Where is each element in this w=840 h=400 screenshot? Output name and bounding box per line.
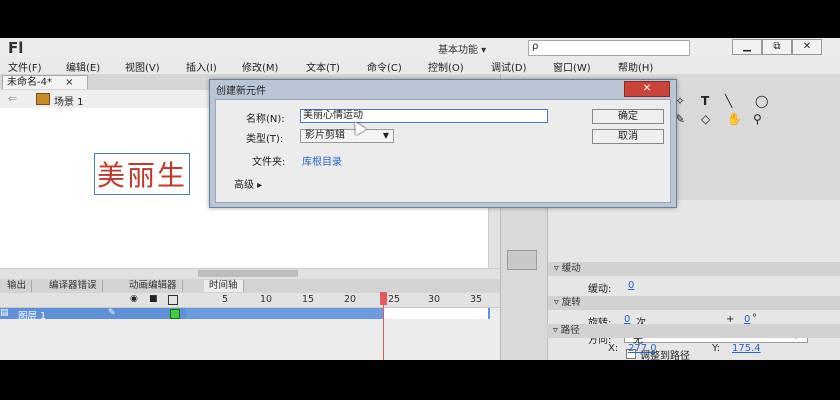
x-value[interactable]: 277.0 <box>628 343 657 354</box>
symbol-library-icon[interactable] <box>507 250 537 270</box>
menu-window[interactable]: 窗口(W) <box>553 59 591 74</box>
frame-tick: 35 <box>470 294 483 305</box>
tab-timeline[interactable]: 时间轴 <box>204 280 244 292</box>
layer-icon: ▤ <box>0 308 9 318</box>
menu-commands[interactable]: 命令(C) <box>367 59 402 74</box>
symbol-type-select[interactable]: 影片剪辑 ▼ <box>300 129 394 143</box>
playhead-line <box>383 305 384 360</box>
menu-help[interactable]: 帮助(H) <box>618 59 653 74</box>
dialog-body: 名称(N): 美丽心情运动 类型(T): 影片剪辑 ▼ 文件夹: 库根目录 高级… <box>215 99 671 203</box>
search-icon: ρ <box>532 41 539 52</box>
menu-bar: 文件(F) 编辑(E) 视图(V) 插入(I) 修改(M) 文本(T) 命令(C… <box>0 58 840 74</box>
frame-tick: 15 <box>302 294 315 305</box>
frame-tick: 20 <box>344 294 357 305</box>
collapse-icon: ▿ <box>554 263 562 274</box>
timeline-panel: ◉ ■ 5 10 15 20 25 30 35 ▤ 图层 1 ✎ <box>0 292 500 360</box>
tab-output[interactable]: 输出 <box>2 280 33 292</box>
menu-file[interactable]: 文件(F) <box>8 59 42 74</box>
collapse-icon: ▿ <box>554 297 562 308</box>
folder-link[interactable]: 库根目录 <box>302 153 342 168</box>
menu-view[interactable]: 视图(V) <box>125 59 160 74</box>
tools-panel: ✧ T ╲ ◯ ✎ ◇ ✋ ⚲ <box>675 94 835 126</box>
layer-color-swatch[interactable] <box>170 309 180 319</box>
menu-text[interactable]: 文本(T) <box>306 59 340 74</box>
playhead[interactable] <box>380 292 387 305</box>
app-logo: Fl <box>8 39 24 57</box>
easing-value[interactable]: 0 <box>628 280 634 291</box>
line-tool-icon[interactable]: ╲ <box>725 94 732 108</box>
y-value[interactable]: 175.4 <box>732 343 761 354</box>
eraser-tool-icon[interactable]: ◇ <box>701 112 710 126</box>
menu-debug[interactable]: 调试(D) <box>491 59 527 74</box>
advanced-toggle[interactable]: 高级 ▸ <box>234 176 262 191</box>
outline-icon[interactable] <box>168 295 178 305</box>
create-new-symbol-dialog: 创建新元件 ✕ 名称(N): 美丽心情运动 类型(T): 影片剪辑 ▼ 文件夹:… <box>209 79 677 208</box>
path-section-header[interactable]: ▿ 路径 <box>547 324 840 338</box>
type-value: 影片剪辑 <box>305 130 345 141</box>
degree-sign: ° <box>752 313 757 324</box>
title-bar: Fl 基本功能 ▾ ρ ▁ ⧉ ✕ <box>0 38 840 59</box>
easing-section-header[interactable]: ▿ 缓动 <box>548 262 840 276</box>
oval-tool-icon[interactable]: ◯ <box>755 94 768 108</box>
scene-label: 场景 1 <box>54 97 84 108</box>
restore-button[interactable]: ⧉ <box>762 39 792 55</box>
lock-icon[interactable]: ■ <box>149 294 158 304</box>
frame-tick: 5 <box>222 294 229 305</box>
cancel-button[interactable]: 取消 <box>592 129 664 144</box>
back-arrow-icon[interactable]: ⇐ <box>8 92 17 105</box>
eye-icon[interactable]: ◉ <box>130 294 138 304</box>
tab-motion-editor[interactable]: 动画编辑器 <box>124 280 183 292</box>
symbol-name-input[interactable]: 美丽心情运动 <box>300 109 548 123</box>
text-tool-icon[interactable]: T <box>701 94 709 108</box>
dialog-title: 创建新元件 <box>216 86 266 97</box>
rotation-section-header[interactable]: ▿ 旋转 <box>548 296 840 310</box>
menu-modify[interactable]: 修改(M) <box>242 59 278 74</box>
folder-label: 文件夹: <box>252 157 286 168</box>
name-label: 名称(N): <box>246 114 285 125</box>
menu-insert[interactable]: 插入(I) <box>186 59 217 74</box>
timeline-header: ◉ ■ 5 10 15 20 25 30 35 <box>0 292 500 308</box>
zoom-tool-icon[interactable]: ⚲ <box>753 112 762 126</box>
menu-edit[interactable]: 编辑(E) <box>66 59 100 74</box>
frame-tick: 30 <box>428 294 441 305</box>
scene-clapper-icon <box>36 93 50 105</box>
tween-span[interactable] <box>186 308 384 319</box>
tab-untitled-4[interactable]: 未命名-4* × <box>2 75 88 89</box>
frame-tick: 10 <box>260 294 273 305</box>
stage-text-object[interactable]: 美丽生 <box>94 153 191 195</box>
minimize-button[interactable]: ▁ <box>732 39 762 55</box>
ok-button[interactable]: 确定 <box>592 109 664 124</box>
pencil-icon: ✎ <box>108 308 116 318</box>
workspace-switcher[interactable]: 基本功能 ▾ <box>438 41 512 56</box>
type-label: 类型(T): <box>246 134 284 145</box>
bottom-panel-tabs: 输出 编译器错误 动画编辑器 时间轴 <box>0 279 500 293</box>
tab-compiler-errors[interactable]: 编译器错误 <box>44 280 103 292</box>
dialog-close-button[interactable]: ✕ <box>624 81 670 97</box>
easing-label: 缓动: <box>588 284 612 295</box>
tab-close-icon[interactable]: × <box>65 77 73 88</box>
frame-tick: 25 <box>388 294 401 305</box>
layer-row[interactable]: ▤ 图层 1 ✎ <box>0 308 490 322</box>
empty-frames[interactable] <box>384 308 488 319</box>
tab-label: 未命名-4* <box>7 77 52 88</box>
stage-horizontal-scrollbar[interactable] <box>0 268 500 279</box>
layer-name: 图层 1 <box>18 311 47 322</box>
chevron-down-icon: ▼ <box>382 131 389 140</box>
y-label: Y: <box>712 343 721 354</box>
menu-control[interactable]: 控制(O) <box>428 59 464 74</box>
scrollbar-thumb[interactable] <box>198 270 298 277</box>
close-window-button[interactable]: ✕ <box>792 39 822 55</box>
collapse-icon: ▿ <box>553 325 561 336</box>
hand-tool-icon[interactable]: ✋ <box>727 112 742 126</box>
search-input[interactable]: ρ <box>528 40 690 56</box>
x-label: X: <box>608 343 619 354</box>
